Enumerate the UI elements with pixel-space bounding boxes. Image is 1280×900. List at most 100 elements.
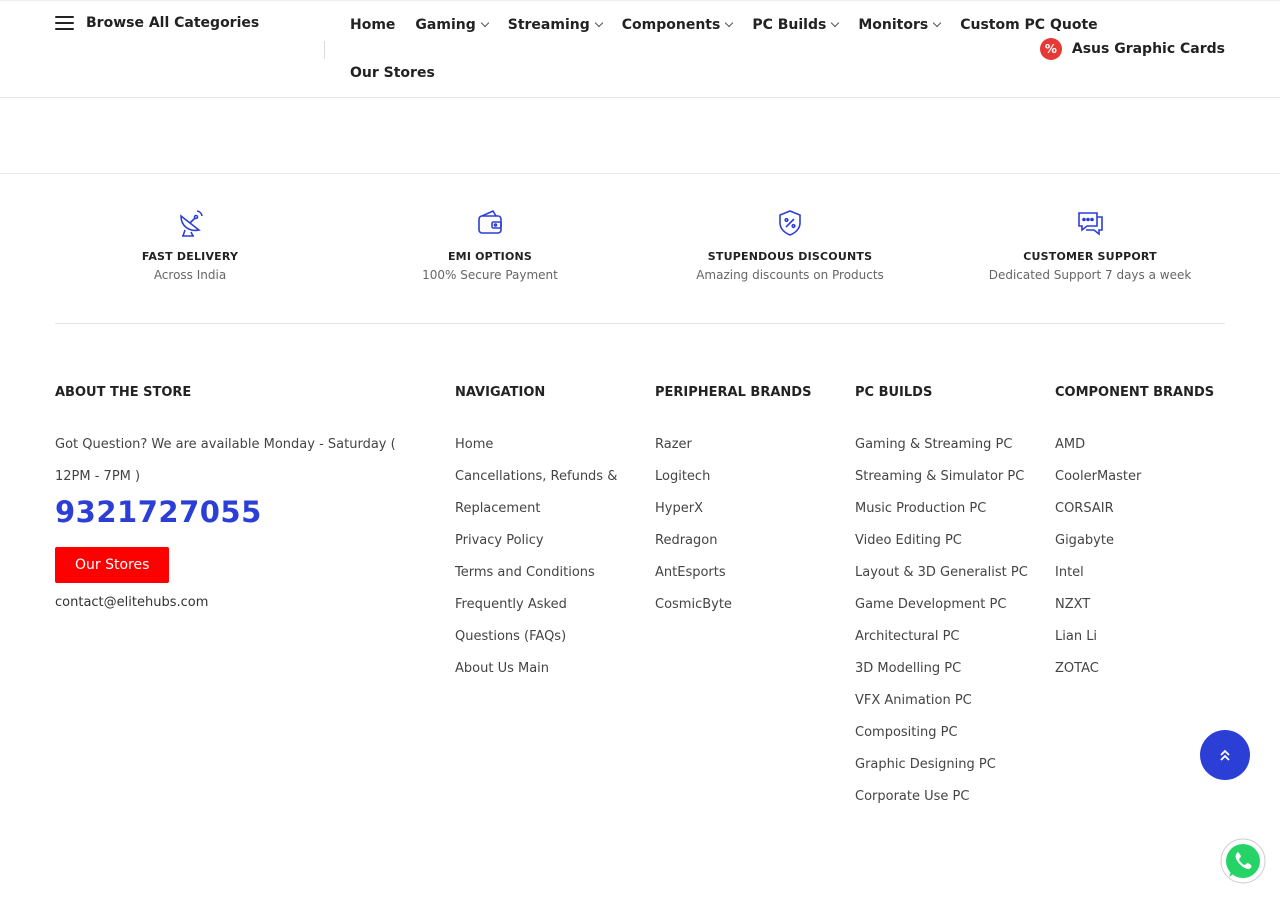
footer-divider — [55, 323, 1225, 324]
nav-row: Our Stores — [350, 49, 1050, 97]
footer-link[interactable]: Redragon — [655, 525, 835, 557]
footer-link[interactable]: Lian Li — [1055, 621, 1230, 653]
satellite-dish-icon — [180, 210, 203, 237]
footer-link[interactable]: VFX Animation PC — [855, 685, 1035, 717]
footer-link[interactable]: ZOTAC — [1055, 653, 1230, 685]
chevron-down-icon — [725, 18, 734, 28]
footer-link[interactable]: Streaming & Simulator PC — [855, 461, 1035, 493]
nav-item-label: Gaming — [415, 17, 476, 33]
footer-link[interactable]: Logitech — [655, 461, 835, 493]
footer-link[interactable]: Privacy Policy — [455, 525, 630, 557]
footer-link[interactable]: Gigabyte — [1055, 525, 1230, 557]
feature-subtitle: 100% Secure Payment — [422, 268, 558, 282]
nav-row: Home Gaming Streaming Components PC Builds Mo… — [350, 1, 1098, 49]
site-header: Browse All Categories Home Gaming Streamin… — [0, 0, 1280, 98]
nav-item-label: Streaming — [507, 17, 590, 33]
footer-link[interactable]: Layout & 3D Generalist PC — [855, 557, 1035, 589]
feature-subtitle: Amazing discounts on Products — [696, 268, 884, 282]
wallet-icon — [478, 209, 502, 234]
chevron-down-icon — [831, 18, 840, 28]
footer-link[interactable]: 3D Modelling PC — [855, 653, 1035, 685]
main-nav: Home Gaming Streaming Components PC Builds Mo… — [350, 1, 1098, 97]
discount-shield-icon — [779, 210, 801, 236]
footer-link[interactable]: Graphic Designing PC — [855, 749, 1035, 781]
phone-number[interactable]: 9321727055 — [55, 495, 405, 529]
footer-link[interactable]: Intel — [1055, 557, 1230, 589]
feature-customer-support: CUSTOMER SUPPORT Dedicated Support 7 day… — [940, 208, 1240, 282]
feature-title: STUPENDOUS DISCOUNTS — [707, 250, 873, 263]
pc-builds-column: PC BUILDS Gaming & Streaming PC Streaming… — [855, 383, 1035, 813]
column-heading: ABOUT THE STORE — [55, 385, 192, 400]
footer-link[interactable]: AMD — [1055, 429, 1230, 461]
nav-item-gaming[interactable]: Gaming — [415, 17, 489, 33]
navigation-column: NAVIGATION Home Cancellations, Refunds & … — [455, 383, 630, 685]
nav-item-streaming[interactable]: Streaming — [507, 17, 603, 33]
features-strip: FAST DELIVERY Across India EMI OPTIONS 1… — [0, 173, 1280, 323]
component-brands-column: COMPONENT BRANDS AMD CoolerMaster CORSAIR G… — [1055, 383, 1230, 685]
feature-subtitle: Dedicated Support 7 days a week — [988, 268, 1192, 282]
footer-link[interactable]: Gaming & Streaming PC — [855, 429, 1035, 461]
footer-link[interactable]: Corporate Use PC — [855, 781, 1035, 813]
feature-discounts: STUPENDOUS DISCOUNTS Amazing discounts o… — [640, 208, 940, 282]
feature-title: FAST DELIVERY — [141, 250, 239, 263]
nav-item-label: Components — [621, 17, 721, 33]
footer-link-list: Gaming & Streaming PC Streaming & Simulat… — [855, 429, 1035, 813]
browse-categories-button[interactable]: Browse All Categories — [55, 15, 259, 31]
footer-link[interactable]: Frequently Asked Questions (FAQs) — [455, 589, 630, 653]
double-chevron-up-icon — [1220, 749, 1230, 761]
feature-subtitle: Across India — [153, 268, 227, 282]
about-store-column: ABOUT THE STORE Got Question? We are ava… — [55, 383, 405, 610]
our-stores-button[interactable]: Our Stores — [55, 547, 170, 583]
column-heading: PERIPHERAL BRANDS — [655, 385, 812, 400]
column-heading: PC BUILDS — [855, 385, 933, 400]
scroll-to-top-button[interactable] — [1200, 730, 1250, 780]
email-link[interactable]: contact@elitehubs.com — [55, 595, 405, 610]
feature-title: EMI OPTIONS — [447, 250, 533, 263]
chevron-down-icon — [932, 18, 942, 28]
header-divider — [324, 41, 325, 59]
feature-title: CUSTOMER SUPPORT — [1023, 250, 1157, 263]
feature-emi-options: EMI OPTIONS 100% Secure Payment — [340, 208, 640, 282]
about-text: Got Question? We are available Monday - … — [55, 437, 396, 484]
discount-badge-icon: % — [1039, 38, 1062, 60]
nav-item-our-stores[interactable]: Our Stores — [350, 65, 435, 81]
footer-link[interactable]: AntEsports — [655, 557, 835, 589]
footer-link-list: Home Cancellations, Refunds & Replacement… — [455, 429, 630, 685]
footer-link[interactable]: CoolerMaster — [1055, 461, 1230, 493]
whatsapp-chat-button[interactable] — [1220, 838, 1266, 884]
footer-link[interactable]: Razer — [655, 429, 835, 461]
footer-link[interactable]: Music Production PC — [855, 493, 1035, 525]
footer-link[interactable]: NZXT — [1055, 589, 1230, 621]
nav-item-label: Home — [350, 17, 396, 33]
column-heading: COMPONENT BRANDS — [1055, 385, 1215, 400]
nav-item-label: PC Builds — [752, 17, 827, 33]
promo-label: Asus Graphic Cards — [1071, 41, 1225, 57]
nav-item-label: Monitors — [858, 17, 929, 33]
whatsapp-icon — [1220, 838, 1266, 884]
chat-bubble-icon — [1078, 212, 1103, 236]
footer-link[interactable]: Game Development PC — [855, 589, 1035, 621]
footer-link-list: Razer Logitech HyperX Redragon AntEsports Cos… — [655, 429, 835, 621]
chevron-down-icon — [594, 18, 603, 28]
footer-link[interactable]: Video Editing PC — [855, 525, 1035, 557]
nav-item-label: Our Stores — [350, 65, 435, 81]
nav-item-home[interactable]: Home — [350, 17, 395, 33]
footer-link[interactable]: Terms and Conditions — [455, 557, 630, 589]
nav-item-monitors[interactable]: Monitors — [858, 17, 942, 33]
nav-item-pc-builds[interactable]: PC Builds — [752, 17, 840, 33]
footer-link[interactable]: HyperX — [655, 493, 835, 525]
nav-item-components[interactable]: Components — [621, 17, 734, 33]
footer-link[interactable]: Cancellations, Refunds & Replacement — [455, 461, 630, 525]
promo-link[interactable]: % Asus Graphic Cards — [1039, 38, 1225, 60]
nav-item-custom-pc-quote[interactable]: Custom PC Quote — [960, 17, 1097, 33]
footer-link[interactable]: CosmicByte — [655, 589, 835, 621]
feature-fast-delivery: FAST DELIVERY Across India — [40, 208, 340, 282]
footer-link[interactable]: About Us Main — [455, 653, 630, 685]
footer-link[interactable]: Compositing PC — [855, 717, 1035, 749]
peripheral-brands-column: PERIPHERAL BRANDS Razer Logitech HyperX Red… — [655, 383, 835, 621]
footer-link[interactable]: CORSAIR — [1055, 493, 1230, 525]
footer-link[interactable]: Architectural PC — [855, 621, 1035, 653]
footer-link[interactable]: Home — [455, 429, 630, 461]
chevron-down-icon — [480, 18, 489, 28]
hamburger-icon — [55, 16, 74, 30]
